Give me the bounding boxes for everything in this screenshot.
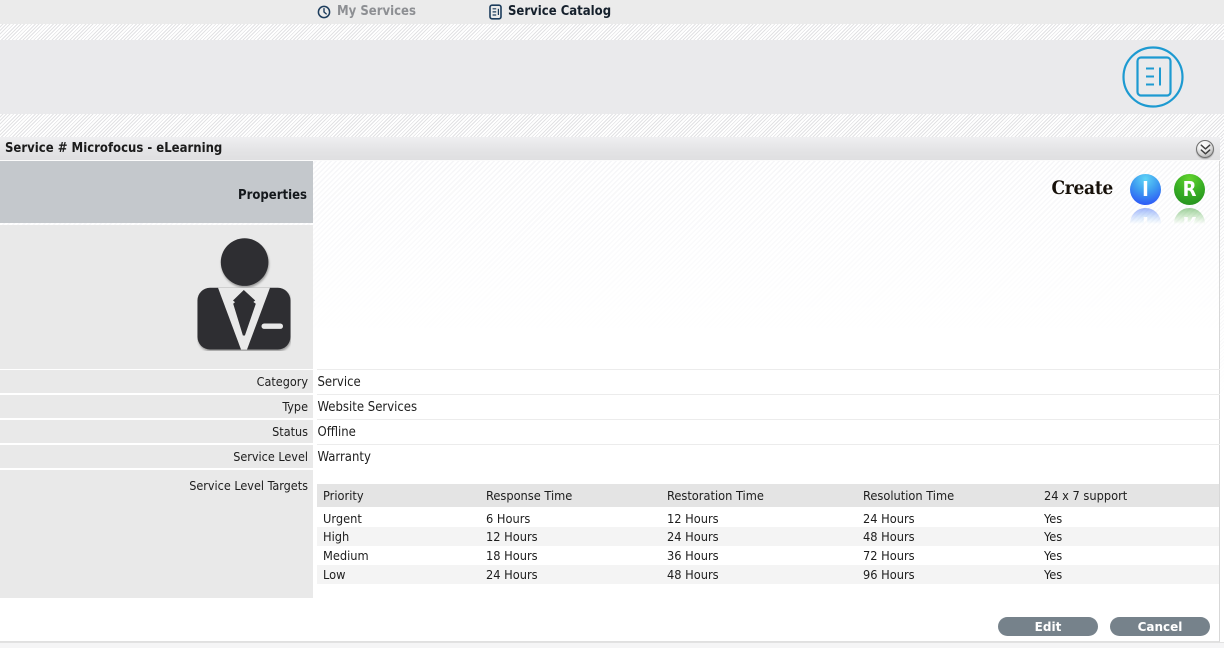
cell: Urgent xyxy=(317,508,480,527)
avatar-cell xyxy=(0,225,313,369)
tab-service-catalog-label: Service Catalog xyxy=(508,0,611,24)
create-incident-button[interactable]: I xyxy=(1130,174,1161,205)
service-level-targets-label: Service Level Targets xyxy=(189,478,308,493)
label-cell-category: Category xyxy=(0,370,313,393)
service-level-targets-table: Priority Response Time Restoration Time … xyxy=(317,484,1219,584)
top-tab-bar: My Services Service Catalog xyxy=(0,0,1224,24)
cell: 12 Hours xyxy=(661,508,857,527)
table-row-low: Low 24 Hours 48 Hours 96 Hours Yes xyxy=(317,565,1219,584)
value-row-type: Website Services xyxy=(317,394,1220,419)
cell: Low xyxy=(317,565,480,584)
cancel-button[interactable]: Cancel xyxy=(1110,617,1210,636)
type-label: Type xyxy=(282,399,308,414)
catalog-icon xyxy=(489,4,502,20)
col-priority: Priority xyxy=(317,484,480,508)
type-value: Website Services xyxy=(318,400,418,415)
cell: 24 Hours xyxy=(480,565,661,584)
label-cell-type: Type xyxy=(0,395,313,418)
table-row-high: High 12 Hours 24 Hours 48 Hours Yes xyxy=(317,527,1219,546)
label-cell-service-level: Service Level xyxy=(0,445,313,468)
create-row: Create I R xyxy=(0,161,1220,223)
toolbar xyxy=(0,40,1224,114)
double-chevron-down-icon xyxy=(1199,143,1212,156)
label-cell-service-level-targets: Service Level Targets xyxy=(0,470,313,598)
create-label: Create xyxy=(1051,177,1113,199)
status-value: Offline xyxy=(318,425,356,440)
table-row-urgent: Urgent 6 Hours 12 Hours 24 Hours Yes xyxy=(317,508,1219,527)
cell: 72 Hours xyxy=(857,546,1038,565)
cell: 48 Hours xyxy=(857,527,1038,546)
business-person-icon xyxy=(197,237,291,351)
tab-my-services-label: My Services xyxy=(337,0,416,24)
col-response-time: Response Time xyxy=(480,484,661,508)
catalog-circle-button[interactable] xyxy=(1122,46,1184,108)
cell: 96 Hours xyxy=(857,565,1038,584)
edit-button[interactable]: Edit xyxy=(998,617,1098,636)
create-request-button[interactable]: R xyxy=(1174,174,1205,205)
cell: Yes xyxy=(1038,546,1219,565)
category-label: Category xyxy=(257,374,308,389)
cell: High xyxy=(317,527,480,546)
col-resolution-time: Resolution Time xyxy=(857,484,1038,508)
cell: 36 Hours xyxy=(661,546,857,565)
cell: Yes xyxy=(1038,527,1219,546)
record-title-bar: Service # Microfocus - eLearning xyxy=(0,137,1220,161)
striped-divider-middle xyxy=(0,114,1224,137)
record-title: Service # Microfocus - eLearning xyxy=(5,141,222,156)
value-row-status: Offline xyxy=(317,419,1220,444)
tab-my-services[interactable]: My Services xyxy=(317,0,416,24)
service-details-panel: Properties Create I R Category Type xyxy=(0,161,1220,642)
tab-service-catalog[interactable]: Service Catalog xyxy=(489,0,611,24)
cell: Yes xyxy=(1038,508,1219,527)
footer-strip xyxy=(0,642,1224,648)
cell: Medium xyxy=(317,546,480,565)
table-row-medium: Medium 18 Hours 36 Hours 72 Hours Yes xyxy=(317,546,1219,565)
cell: 6 Hours xyxy=(480,508,661,527)
cell: 24 Hours xyxy=(857,508,1038,527)
collapse-button[interactable] xyxy=(1196,140,1214,158)
striped-divider-top xyxy=(0,24,1224,40)
col-restoration-time: Restoration Time xyxy=(661,484,857,508)
service-level-value: Warranty xyxy=(318,450,371,465)
clock-icon xyxy=(317,5,331,19)
status-label: Status xyxy=(272,424,308,439)
cell: 48 Hours xyxy=(661,565,857,584)
right-margin-stripes xyxy=(1220,137,1224,643)
cell: 18 Hours xyxy=(480,546,661,565)
create-request-letter: R xyxy=(1183,177,1197,201)
cell: 24 Hours xyxy=(661,527,857,546)
value-row-service-level: Warranty xyxy=(317,444,1220,469)
service-level-label: Service Level xyxy=(233,449,308,464)
col-24x7-support: 24 x 7 support xyxy=(1038,484,1219,508)
category-value: Service xyxy=(318,375,361,390)
table-header-row: Priority Response Time Restoration Time … xyxy=(317,484,1219,508)
cell: Yes xyxy=(1038,565,1219,584)
create-incident-letter: I xyxy=(1142,177,1149,201)
value-row-category: Service xyxy=(317,369,1220,394)
cell: 12 Hours xyxy=(480,527,661,546)
label-cell-status: Status xyxy=(0,420,313,443)
